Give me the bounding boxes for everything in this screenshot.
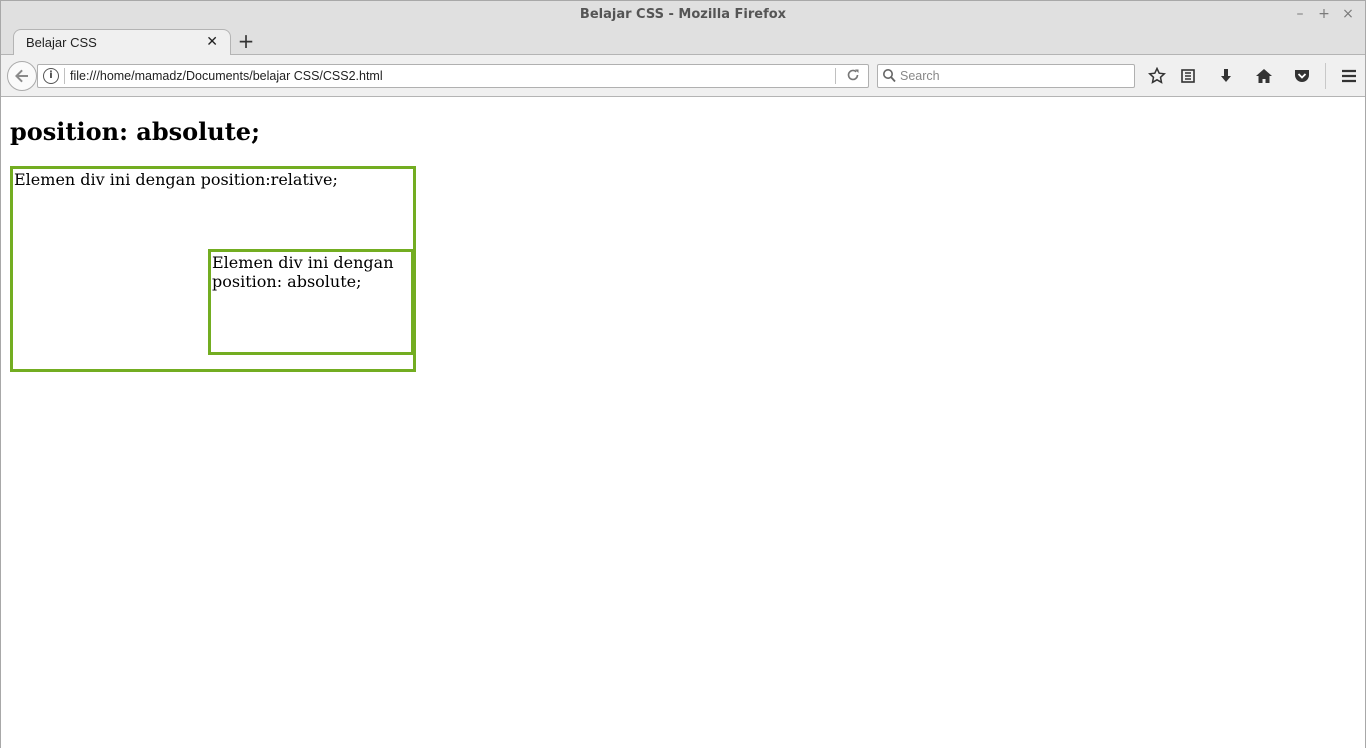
- new-tab-button[interactable]: +: [235, 30, 257, 52]
- window-title: Belajar CSS - Mozilla Firefox: [579, 7, 787, 22]
- reading-list-icon[interactable]: [1169, 63, 1207, 89]
- url-text[interactable]: file:///home/mamadz/Documents/belajar CS…: [70, 69, 383, 83]
- url-separator: [64, 68, 65, 84]
- back-button[interactable]: [7, 61, 37, 91]
- reload-icon[interactable]: [846, 68, 860, 86]
- info-icon[interactable]: i: [43, 68, 59, 84]
- url-bar[interactable]: i file:///home/mamadz/Documents/belajar …: [37, 64, 869, 88]
- url-separator: [835, 68, 836, 84]
- browser-window: Belajar CSS - Mozilla Firefox – + × Bela…: [0, 0, 1366, 748]
- search-icon: [882, 68, 896, 87]
- tab-belajar-css[interactable]: Belajar CSS ✕: [13, 29, 231, 56]
- close-window-button[interactable]: ×: [1341, 5, 1355, 23]
- tab-label: Belajar CSS: [26, 35, 97, 50]
- download-icon[interactable]: [1207, 63, 1245, 89]
- home-icon[interactable]: [1245, 63, 1283, 89]
- minimize-button[interactable]: –: [1293, 5, 1307, 23]
- toolbar-icons: [1145, 63, 1366, 89]
- page-heading: position: absolute;: [10, 117, 260, 146]
- navigation-bar: i file:///home/mamadz/Documents/belajar …: [1, 55, 1365, 97]
- back-arrow-icon: [15, 69, 28, 83]
- bookmark-star-icon[interactable]: [1145, 63, 1169, 89]
- search-bar[interactable]: [877, 64, 1135, 88]
- absolute-div-box: Elemen div ini dengan position: absolute…: [208, 249, 414, 355]
- pocket-icon[interactable]: [1283, 63, 1321, 89]
- page-content: position: absolute; Elemen div ini denga…: [1, 97, 1365, 748]
- window-controls: – + ×: [1293, 5, 1355, 23]
- absolute-box-text: Elemen div ini dengan position: absolute…: [212, 253, 394, 291]
- maximize-button[interactable]: +: [1317, 5, 1331, 23]
- tab-close-icon[interactable]: ✕: [206, 34, 218, 50]
- menu-icon[interactable]: [1330, 63, 1366, 89]
- toolbar-separator: [1325, 63, 1326, 89]
- relative-box-text: Elemen div ini dengan position:relative;: [14, 170, 338, 189]
- title-bar: Belajar CSS - Mozilla Firefox – + ×: [1, 1, 1365, 29]
- search-input[interactable]: [900, 67, 1130, 85]
- relative-div-box: Elemen div ini dengan position:relative;…: [10, 166, 416, 372]
- tab-strip: Belajar CSS ✕ +: [1, 29, 1365, 56]
